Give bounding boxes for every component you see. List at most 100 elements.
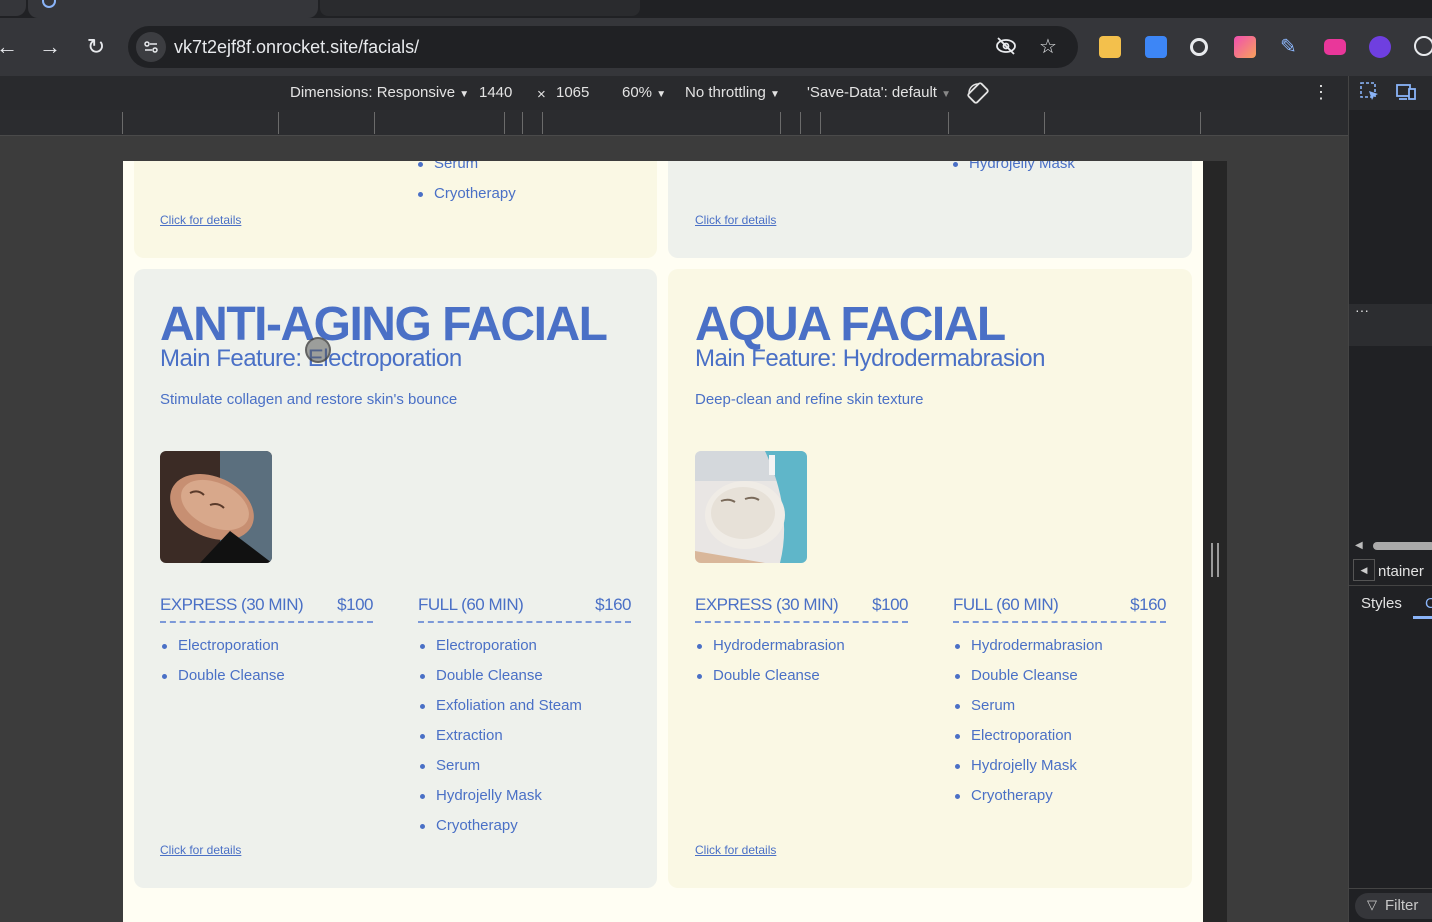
card-title: ANTI-AGING FACIAL bbox=[160, 298, 608, 351]
list-item: Electroporation bbox=[160, 637, 285, 667]
list-item: Double Cleanse bbox=[953, 667, 1103, 697]
tier-name: EXPRESS (30 MIN) bbox=[160, 595, 304, 614]
card-feature: Main Feature: Hydrodermabrasion bbox=[695, 345, 1046, 372]
list-item: Serum bbox=[953, 697, 1103, 727]
full-feature-list: Hydrodermabrasion Double Cleanse Serum E… bbox=[953, 637, 1103, 817]
full-feature-list: Electroporation Double Cleanse Exfoliati… bbox=[418, 637, 582, 847]
extension-record-icon[interactable] bbox=[1190, 38, 1208, 56]
express-feature-list: Electroporation Double Cleanse bbox=[160, 637, 285, 697]
tab-styles[interactable]: Styles bbox=[1361, 595, 1402, 612]
dimensions-dropdown[interactable]: Dimensions: Responsive ▼ bbox=[290, 84, 469, 101]
inspect-element-icon[interactable] bbox=[1359, 81, 1381, 109]
list-item: Electroporation bbox=[418, 637, 582, 667]
tab-computed[interactable]: C bbox=[1425, 595, 1432, 612]
browser-toolbar: ← → ↻ vk7t2ejf8f.onrocket.site/facials/ … bbox=[0, 18, 1432, 76]
card-description: Stimulate collagen and restore skin's bo… bbox=[160, 391, 458, 408]
list-item: Hydrodermabrasion bbox=[953, 637, 1103, 667]
card-title: AQUA FACIAL bbox=[695, 298, 1006, 351]
list-item: Cryotherapy bbox=[416, 185, 516, 215]
touch-cursor bbox=[305, 337, 331, 363]
tier-price: $100 bbox=[337, 595, 373, 614]
feature-list: Serum Cryotherapy bbox=[416, 161, 516, 215]
extension-color-icon[interactable] bbox=[1234, 36, 1256, 58]
tier-name: FULL (60 MIN) bbox=[418, 595, 524, 614]
tab-favicon-icon bbox=[42, 0, 56, 8]
tier-name: FULL (60 MIN) bbox=[953, 595, 1059, 614]
card-previous-right: Hydrojelly Mask Click for details bbox=[668, 161, 1192, 258]
list-item: Serum bbox=[418, 757, 582, 787]
details-link[interactable]: Click for details bbox=[160, 843, 241, 857]
reload-icon[interactable]: ↻ bbox=[81, 32, 111, 62]
extension-docs-icon[interactable] bbox=[1145, 36, 1167, 58]
express-tier: EXPRESS (30 MIN) $100 bbox=[695, 595, 908, 623]
list-item: Extraction bbox=[418, 727, 582, 757]
save-data-dropdown[interactable]: 'Save-Data': default ▼ bbox=[807, 84, 951, 101]
media-query-ruler[interactable] bbox=[0, 110, 1348, 136]
times-sign: × bbox=[537, 86, 546, 103]
resize-handle[interactable] bbox=[1211, 543, 1219, 577]
site-info-icon[interactable] bbox=[136, 32, 166, 62]
list-item: Serum bbox=[416, 161, 516, 185]
filter-input[interactable]: ▽ Filter bbox=[1355, 893, 1432, 919]
details-link[interactable]: Click for details bbox=[695, 213, 776, 227]
more-options-icon[interactable]: ⋮ bbox=[1312, 82, 1330, 103]
tier-name: EXPRESS (30 MIN) bbox=[695, 595, 839, 614]
list-item: Exfoliation and Steam bbox=[418, 697, 582, 727]
scroll-left-icon[interactable]: ◀ bbox=[1355, 540, 1363, 551]
devtools-scrollbar[interactable]: ◀ bbox=[1355, 540, 1432, 551]
facial-photo bbox=[160, 451, 272, 563]
tab-inactive[interactable] bbox=[320, 0, 640, 16]
list-item: Double Cleanse bbox=[418, 667, 582, 697]
list-item: Electroporation bbox=[953, 727, 1103, 757]
star-icon[interactable]: ☆ bbox=[1036, 35, 1060, 59]
express-feature-list: Hydrodermabrasion Double Cleanse bbox=[695, 637, 845, 697]
filter-bar: ▽ Filter bbox=[1349, 888, 1432, 922]
extension-compass-icon[interactable] bbox=[1414, 36, 1432, 56]
tab-active-indicator bbox=[1413, 616, 1432, 619]
extension-video-icon[interactable] bbox=[1324, 39, 1346, 55]
list-item: Hydrojelly Mask bbox=[953, 757, 1103, 787]
device-toggle-icon[interactable] bbox=[1395, 81, 1417, 109]
full-tier: FULL (60 MIN) $160 bbox=[953, 595, 1166, 623]
extension-circle-icon[interactable] bbox=[1369, 36, 1391, 58]
height-input[interactable]: 1065 bbox=[556, 84, 589, 101]
tab-strip bbox=[0, 0, 1432, 18]
full-tier: FULL (60 MIN) $160 bbox=[418, 595, 631, 623]
rotate-icon[interactable] bbox=[966, 81, 990, 109]
tier-price: $100 bbox=[872, 595, 908, 614]
card-previous-left: Serum Cryotherapy Click for details bbox=[134, 161, 657, 258]
tier-price: $160 bbox=[1130, 595, 1166, 614]
url-text[interactable]: vk7t2ejf8f.onrocket.site/facials/ bbox=[174, 37, 419, 58]
breadcrumb-back-icon[interactable]: ◀ bbox=[1353, 559, 1375, 581]
details-link[interactable]: Click for details bbox=[695, 843, 776, 857]
devtools-toolbar bbox=[1349, 76, 1432, 110]
card-anti-aging-facial: ANTI-AGING FACIAL Main Feature: Electrop… bbox=[134, 269, 657, 888]
tab-previous[interactable] bbox=[0, 0, 26, 16]
facial-photo bbox=[695, 451, 807, 563]
list-item: Cryotherapy bbox=[953, 787, 1103, 817]
card-aqua-facial: AQUA FACIAL Main Feature: Hydrodermabras… bbox=[668, 269, 1192, 888]
filter-placeholder: Filter bbox=[1385, 897, 1419, 914]
feature-list: Hydrojelly Mask bbox=[951, 161, 1075, 185]
address-bar[interactable]: vk7t2ejf8f.onrocket.site/facials/ ☆ bbox=[128, 26, 1078, 68]
extension-eyedropper-icon[interactable]: ✎ bbox=[1280, 36, 1302, 58]
back-icon[interactable]: ← bbox=[0, 32, 22, 62]
more-tabs-icon[interactable]: ··· bbox=[1355, 302, 1369, 318]
list-item: Cryotherapy bbox=[418, 817, 582, 847]
tab-active[interactable] bbox=[28, 0, 318, 18]
scrollbar-thumb[interactable] bbox=[1373, 542, 1432, 550]
extension-notes-icon[interactable] bbox=[1099, 36, 1121, 58]
throttling-dropdown[interactable]: No throttling ▼ bbox=[685, 84, 780, 101]
device-toolbar: Dimensions: Responsive ▼ 1440 × 1065 60%… bbox=[0, 76, 1348, 110]
card-description: Deep-clean and refine skin texture bbox=[695, 391, 924, 408]
details-link[interactable]: Click for details bbox=[160, 213, 241, 227]
breadcrumb[interactable]: ntainer bbox=[1378, 563, 1424, 580]
devtools-panel: ··· ◀ ◀ ntainer Styles C ▽ Filter bbox=[1348, 76, 1432, 922]
zoom-dropdown[interactable]: 60% ▼ bbox=[622, 84, 666, 101]
breadcrumb-bar: ◀ ntainer bbox=[1349, 558, 1432, 586]
list-item: Hydrodermabrasion bbox=[695, 637, 845, 667]
width-input[interactable]: 1440 bbox=[479, 84, 512, 101]
eye-off-icon[interactable] bbox=[994, 35, 1018, 59]
forward-icon[interactable]: → bbox=[35, 32, 65, 62]
filter-icon: ▽ bbox=[1367, 897, 1377, 912]
